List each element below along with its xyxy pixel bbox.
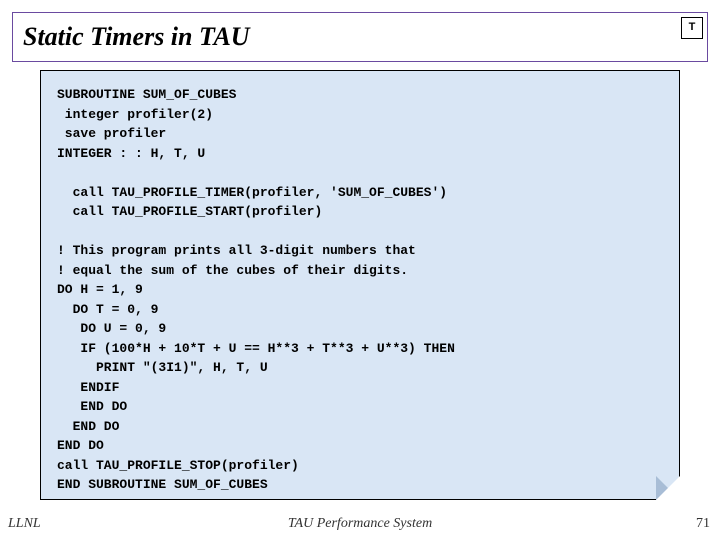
slide: Static Timers in TAU T SUBROUTINE SUM_OF… bbox=[0, 0, 720, 540]
title-bar: Static Timers in TAU T bbox=[12, 12, 708, 62]
tau-logo: T bbox=[681, 17, 703, 39]
page-fold bbox=[656, 476, 680, 500]
footer: LLNL TAU Performance System 71 bbox=[0, 512, 720, 536]
page-number: 71 bbox=[696, 516, 710, 532]
code-box: SUBROUTINE SUM_OF_CUBES integer profiler… bbox=[40, 70, 680, 500]
slide-title: Static Timers in TAU bbox=[23, 22, 250, 52]
footer-center: TAU Performance System bbox=[0, 516, 720, 532]
code-content: SUBROUTINE SUM_OF_CUBES integer profiler… bbox=[57, 85, 663, 495]
